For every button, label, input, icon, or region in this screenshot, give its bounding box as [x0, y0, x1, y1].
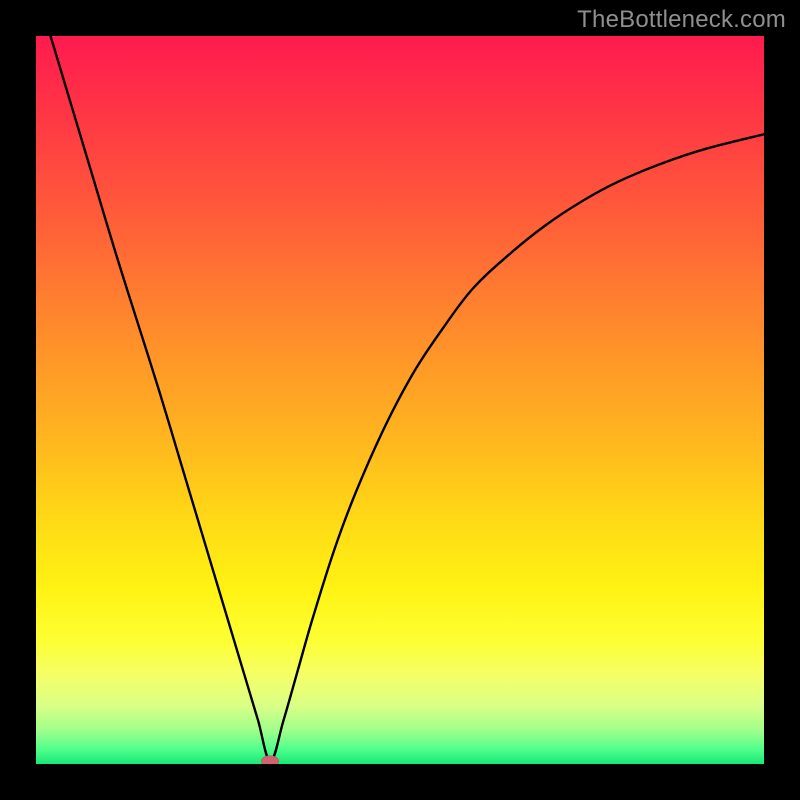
plot-area [36, 36, 764, 764]
watermark-text: TheBottleneck.com [577, 6, 786, 34]
chart-stage: TheBottleneck.com [0, 0, 800, 800]
optimal-point-marker [261, 756, 279, 764]
bottleneck-curve [36, 36, 764, 764]
